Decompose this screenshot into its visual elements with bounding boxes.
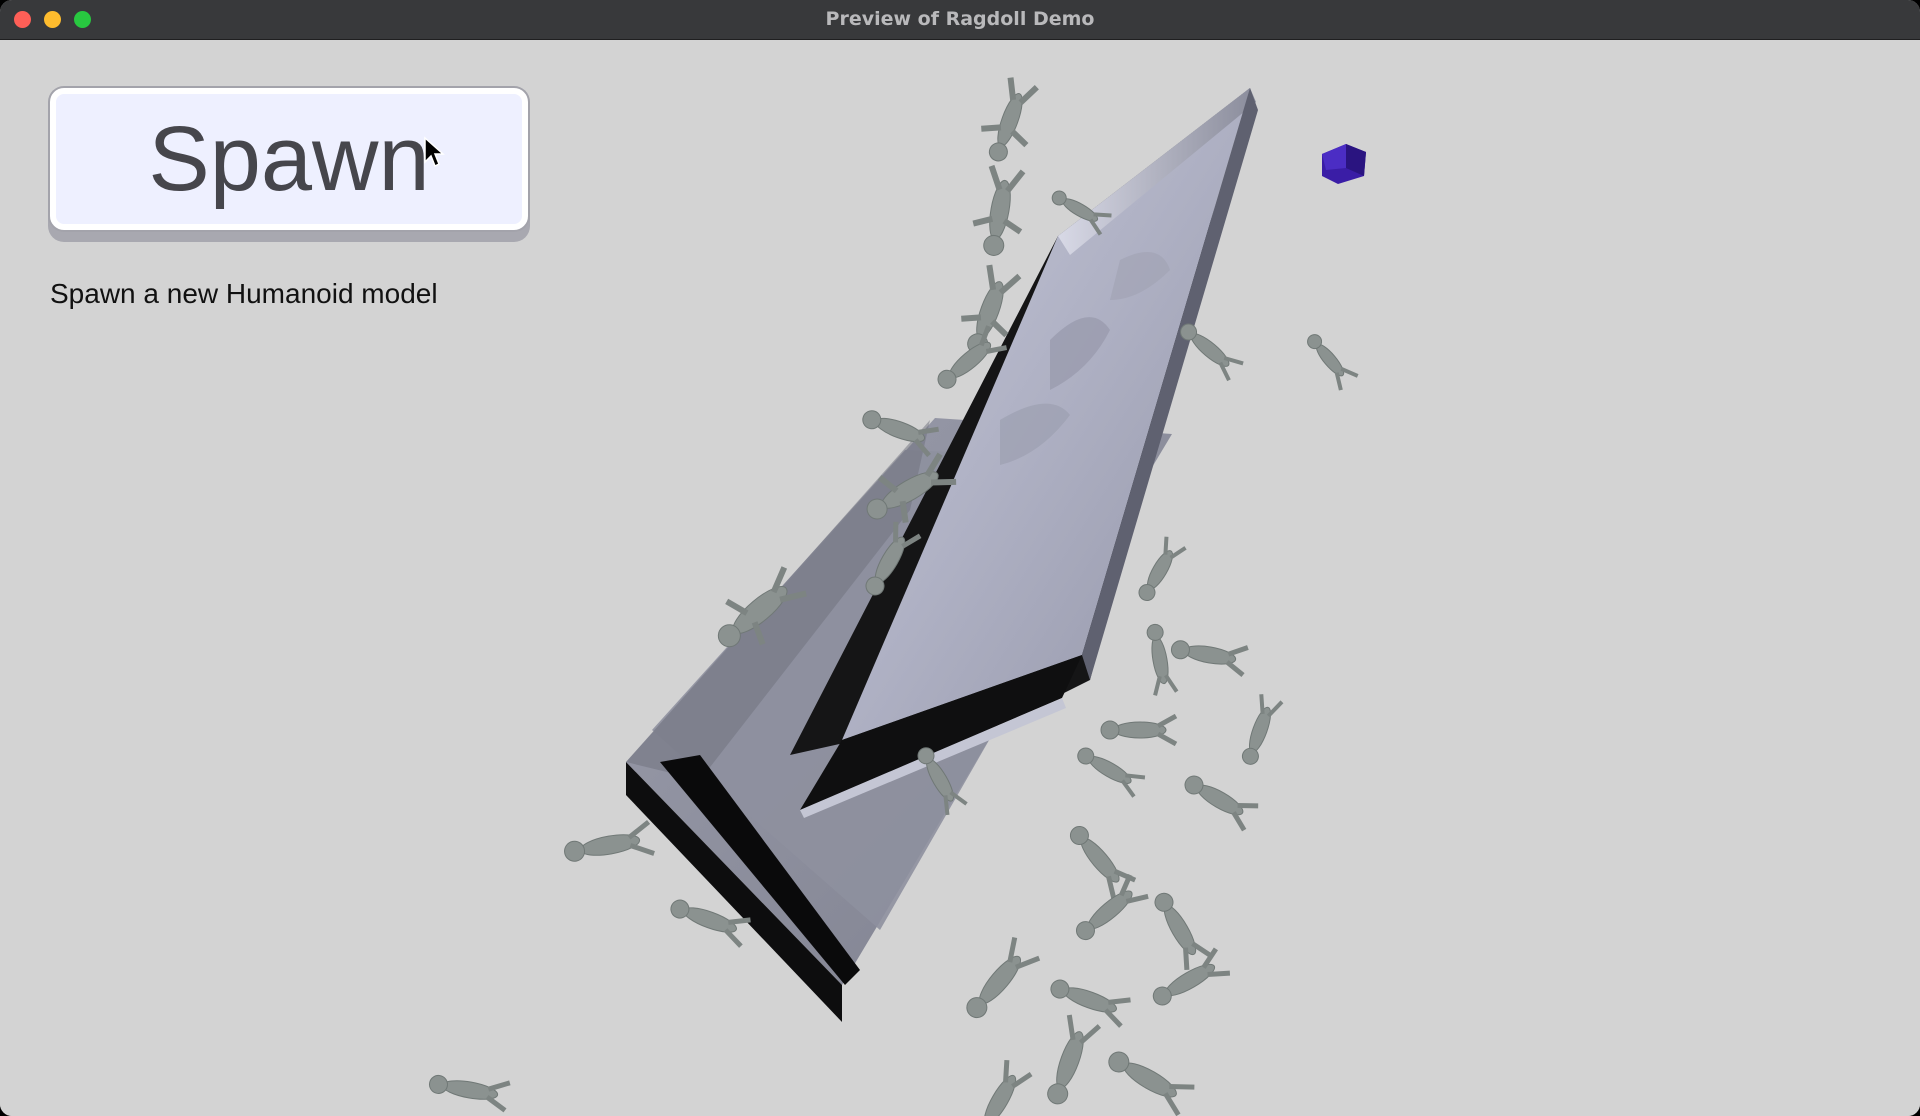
ragdoll <box>1050 979 1131 1028</box>
window-title: Preview of Ragdoll Demo <box>825 8 1095 30</box>
ragdoll <box>981 77 1039 162</box>
ragdoll <box>983 1059 1033 1116</box>
3d-viewport[interactable]: Spawn Spawn a new Humanoid model <box>0 40 1920 1116</box>
ragdoll <box>1100 713 1178 747</box>
ragdoll <box>966 937 1041 1019</box>
spawn-description: Spawn a new Humanoid model <box>50 278 438 309</box>
ragdoll <box>1077 747 1146 798</box>
ragdoll <box>428 1074 511 1113</box>
app-window: Preview of Ragdoll Demo Spawn Spawn a ne… <box>0 0 1920 1116</box>
ragdoll <box>1108 1051 1195 1116</box>
ragdoll <box>1307 334 1359 391</box>
upper-platform[interactable] <box>790 88 1258 818</box>
ragdoll <box>1138 536 1187 602</box>
ragdoll <box>1152 947 1231 1006</box>
ragdoll <box>564 819 655 862</box>
ragdoll <box>1184 775 1259 832</box>
ragdoll <box>972 164 1026 256</box>
ragdoll <box>1170 640 1249 677</box>
mouse-cursor-icon <box>424 136 445 168</box>
ragdoll <box>1047 1014 1102 1105</box>
purple-cube[interactable] <box>1322 144 1366 184</box>
ragdoll <box>1154 892 1213 971</box>
ragdoll <box>1146 623 1179 696</box>
spawn-button[interactable]: Spawn <box>50 88 528 230</box>
ragdoll <box>1241 694 1284 765</box>
title-bar[interactable]: Preview of Ragdoll Demo <box>0 0 1920 40</box>
